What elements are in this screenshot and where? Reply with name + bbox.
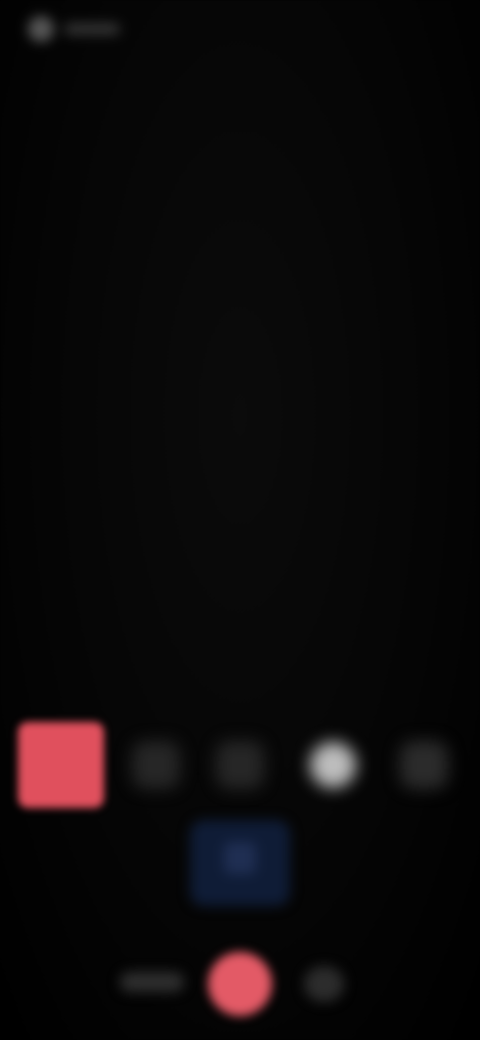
tool-row: record-icon tool-icon tool-icon light-ic… bbox=[0, 722, 480, 812]
tool-button-2[interactable]: tool-icon bbox=[132, 741, 180, 789]
viewfinder-screen: record-icon tool-icon tool-icon light-ic… bbox=[0, 0, 480, 1040]
tool-icon: tool-icon bbox=[240, 765, 241, 766]
light-button[interactable]: light-icon bbox=[310, 742, 356, 788]
center-badge[interactable]: badge-icon bbox=[190, 820, 290, 906]
light-icon: light-icon bbox=[333, 765, 334, 766]
status-area bbox=[28, 14, 128, 44]
status-icon bbox=[28, 16, 54, 42]
tool-button-5[interactable]: tool-icon bbox=[400, 741, 448, 789]
tool-button-3[interactable]: tool-icon bbox=[216, 741, 264, 789]
bottom-bar: capture-icon more-icon bbox=[0, 946, 480, 1026]
tool-icon: tool-icon bbox=[424, 765, 425, 766]
status-text bbox=[64, 23, 120, 35]
record-icon: record-icon bbox=[61, 765, 62, 766]
capture-icon: capture-icon bbox=[240, 984, 241, 985]
record-button[interactable]: record-icon bbox=[18, 722, 104, 808]
badge-icon bbox=[224, 842, 256, 874]
capture-button[interactable]: capture-icon bbox=[208, 952, 272, 1016]
more-icon: more-icon bbox=[324, 984, 325, 985]
tool-icon: tool-icon bbox=[156, 765, 157, 766]
mode-label-button[interactable] bbox=[120, 972, 184, 992]
more-button[interactable]: more-icon bbox=[304, 966, 344, 1002]
